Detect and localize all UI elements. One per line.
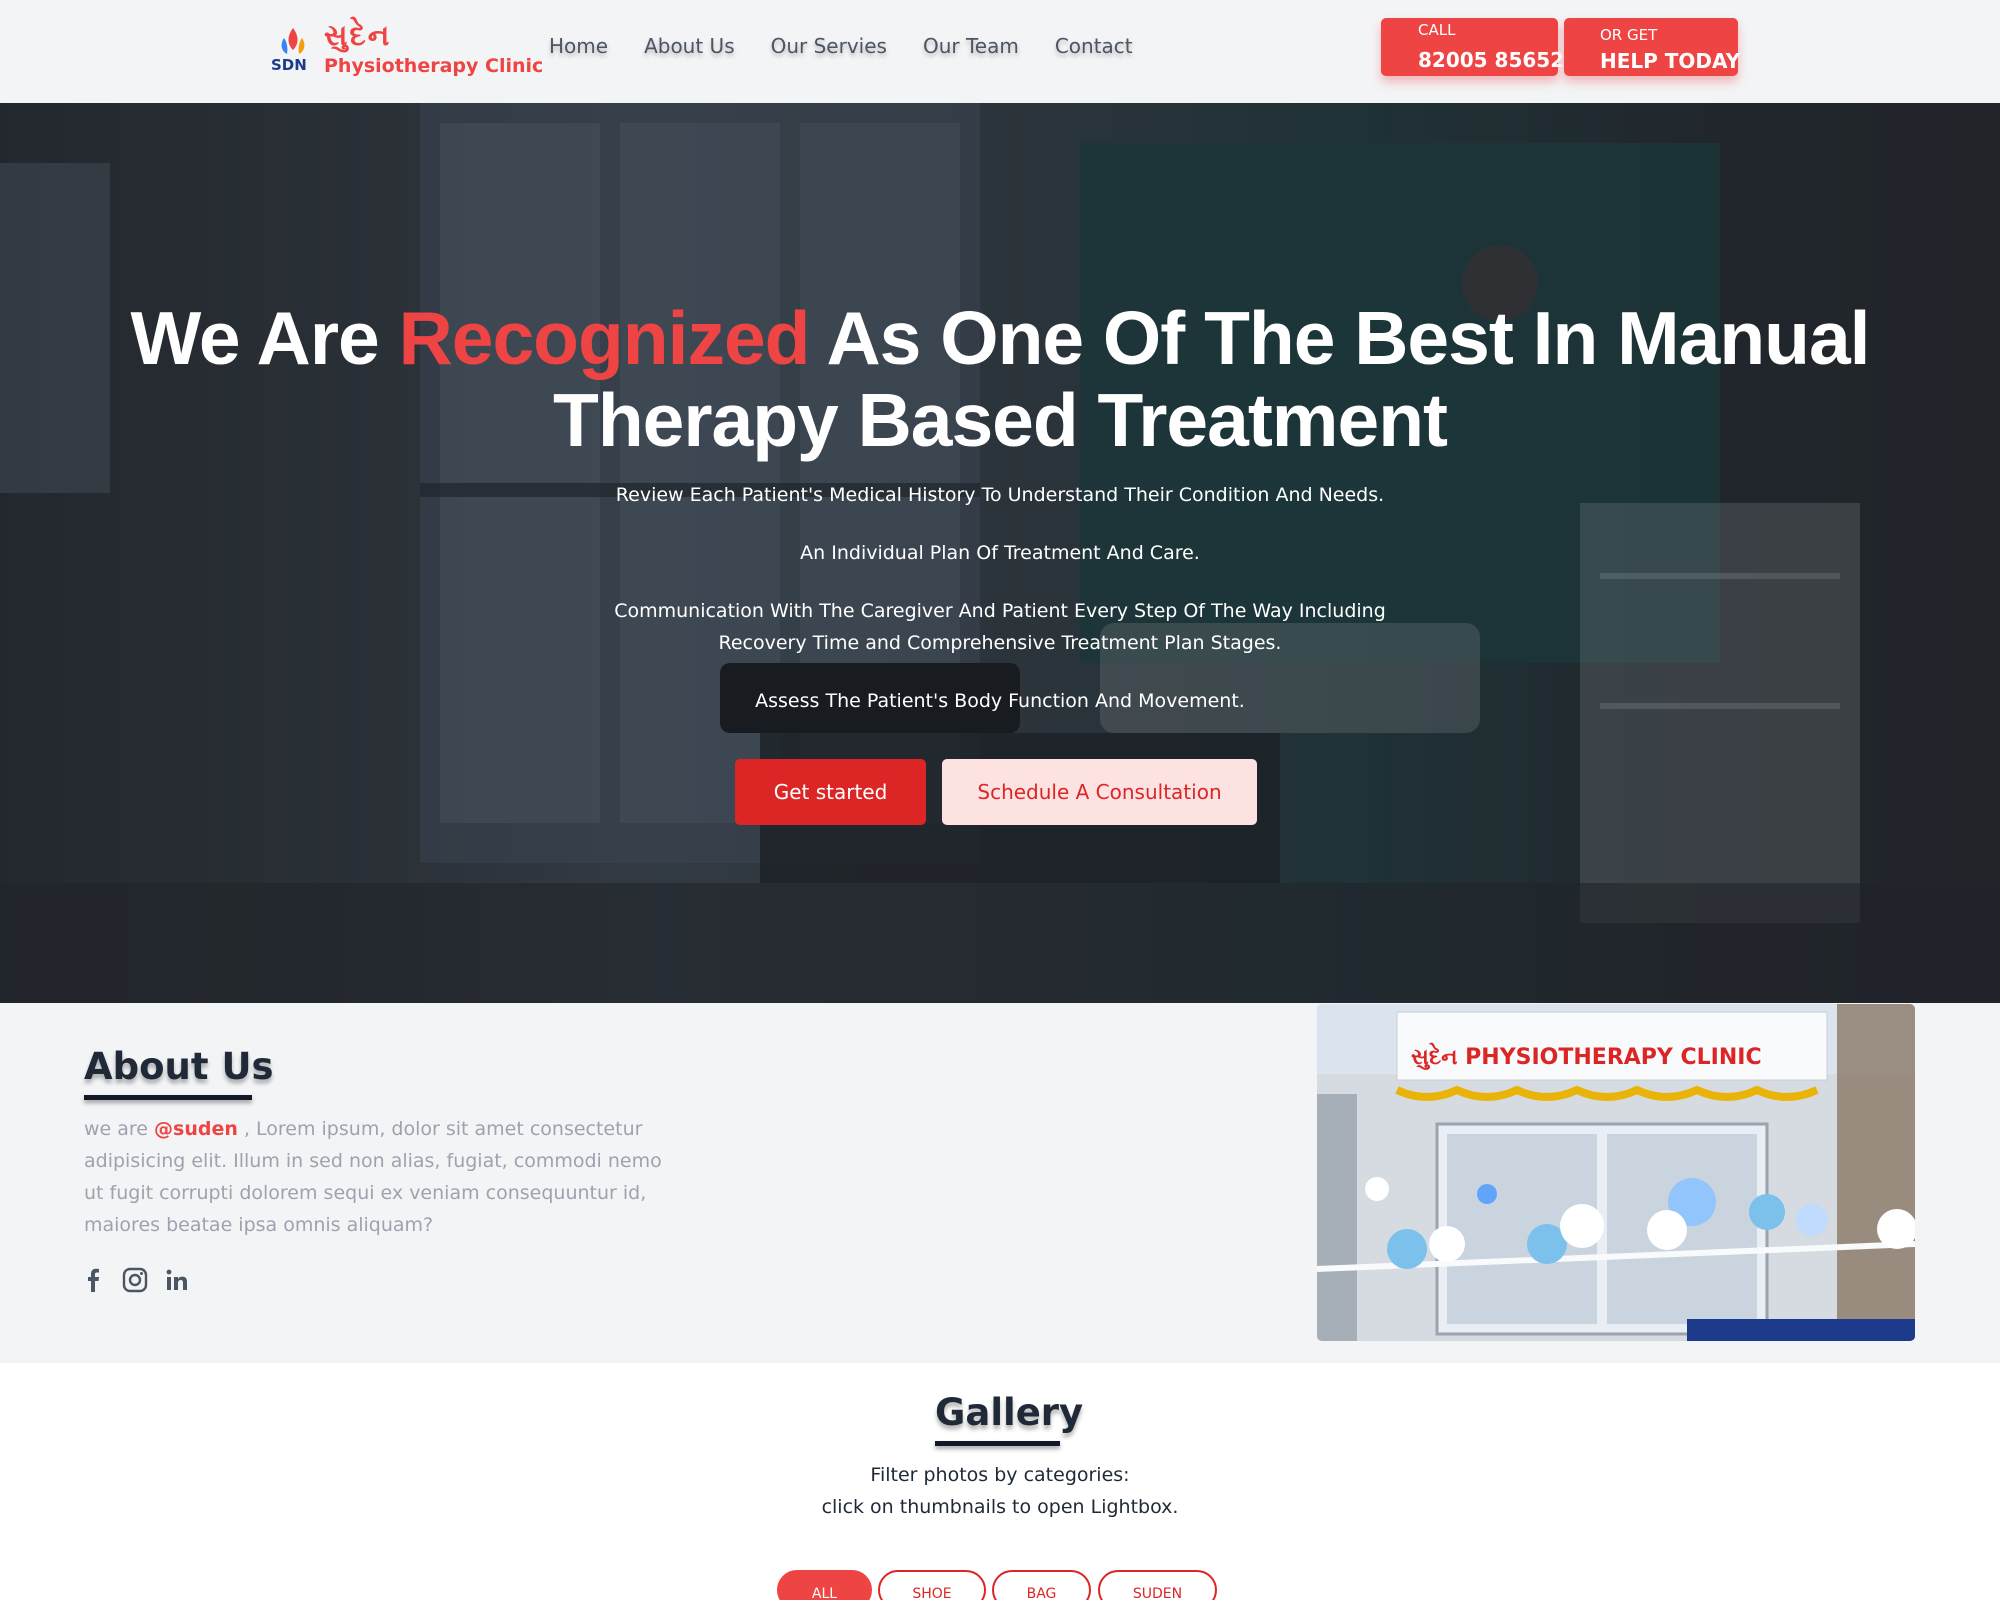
- hero-title: We Are Recognized As One Of The Best In …: [100, 297, 1900, 461]
- hero-point-treatment-plan: An Individual Plan Of Treatment And Care…: [800, 542, 1200, 564]
- about-handle[interactable]: @suden: [154, 1118, 238, 1140]
- gallery-intro: Filter photos by categories: click on thu…: [700, 1459, 1300, 1523]
- about-heading: About Us: [84, 1045, 274, 1088]
- call-label: CALL: [1418, 21, 1456, 39]
- storefront-image: સુદેન PHYSIOTHERAPY CLINIC: [1317, 1004, 1915, 1341]
- nav-our-team[interactable]: Our Team: [923, 34, 1019, 58]
- clinic-logo[interactable]: SDN સુદેન Physiotherapy Clinic: [270, 18, 543, 84]
- filter-all-button[interactable]: ALL: [777, 1570, 872, 1600]
- logo-subtitle: Physiotherapy Clinic: [324, 55, 544, 77]
- site-header: SDN સુદેન Physiotherapy Clinic Home Abou…: [0, 0, 2000, 103]
- about-section: About Us we are @suden , Lorem ipsum, do…: [0, 1003, 2000, 1363]
- social-links: [78, 1265, 204, 1295]
- gallery-heading: Gallery: [935, 1391, 1084, 1434]
- gallery-section: Gallery Filter photos by categories: clic…: [0, 1363, 2000, 1600]
- call-button[interactable]: CALL 82005 85652: [1381, 18, 1564, 76]
- nav-contact[interactable]: Contact: [1055, 34, 1133, 58]
- hero-point-medical-history: Review Each Patient's Medical History To…: [615, 484, 1385, 506]
- hero-title-highlight: Recognized: [398, 296, 811, 380]
- hero-title-start: We Are: [130, 296, 399, 380]
- get-started-button[interactable]: Get started: [735, 759, 926, 825]
- help-today-button[interactable]: OR GET HELP TODAY: [1564, 18, 1741, 76]
- linkedin-icon[interactable]: [162, 1265, 192, 1295]
- nav-our-services[interactable]: Our Servies: [771, 34, 887, 58]
- hero-section: We Are Recognized As One Of The Best In …: [0, 103, 2000, 1003]
- logo-mark-icon: SDN: [271, 28, 307, 74]
- nav-home[interactable]: Home: [549, 34, 608, 58]
- hero-point-communication: Communication With The Caregiver And Pat…: [614, 600, 1386, 654]
- about-text-intro: we are: [84, 1118, 155, 1140]
- filter-suden-button[interactable]: SUDEN: [1098, 1570, 1217, 1600]
- gallery-intro-line2: click on thumbnails to open Lightbox.: [821, 1496, 1179, 1518]
- help-label: OR GET: [1600, 26, 1658, 44]
- storefront-sign-text: સુદેન PHYSIOTHERAPY CLINIC: [1411, 1042, 1762, 1070]
- schedule-consultation-button[interactable]: Schedule A Consultation: [942, 759, 1257, 825]
- about-heading-underline: [84, 1095, 252, 1100]
- main-nav: Home About Us Our Servies Our Team Conta…: [549, 34, 1169, 58]
- facebook-icon[interactable]: [78, 1265, 108, 1295]
- gallery-heading-underline: [935, 1441, 1060, 1446]
- filter-shoe-button[interactable]: SHOE: [878, 1570, 986, 1600]
- instagram-icon[interactable]: [120, 1265, 150, 1295]
- hero-point-assess: Assess The Patient's Body Function And M…: [755, 690, 1245, 712]
- filter-bag-button[interactable]: BAG: [992, 1570, 1091, 1600]
- call-number: 82005 85652: [1418, 48, 1565, 72]
- logo-script-text: સુદેન: [324, 18, 392, 52]
- svg-text:SDN: SDN: [271, 56, 307, 74]
- nav-about-us[interactable]: About Us: [644, 34, 735, 58]
- help-today-text: HELP TODAY: [1600, 49, 1741, 73]
- about-description: we are @suden , Lorem ipsum, dolor sit a…: [84, 1113, 684, 1241]
- clinic-storefront-photo: સુદેન PHYSIOTHERAPY CLINIC: [1317, 1004, 1915, 1341]
- gallery-intro-line1: Filter photos by categories:: [870, 1464, 1130, 1486]
